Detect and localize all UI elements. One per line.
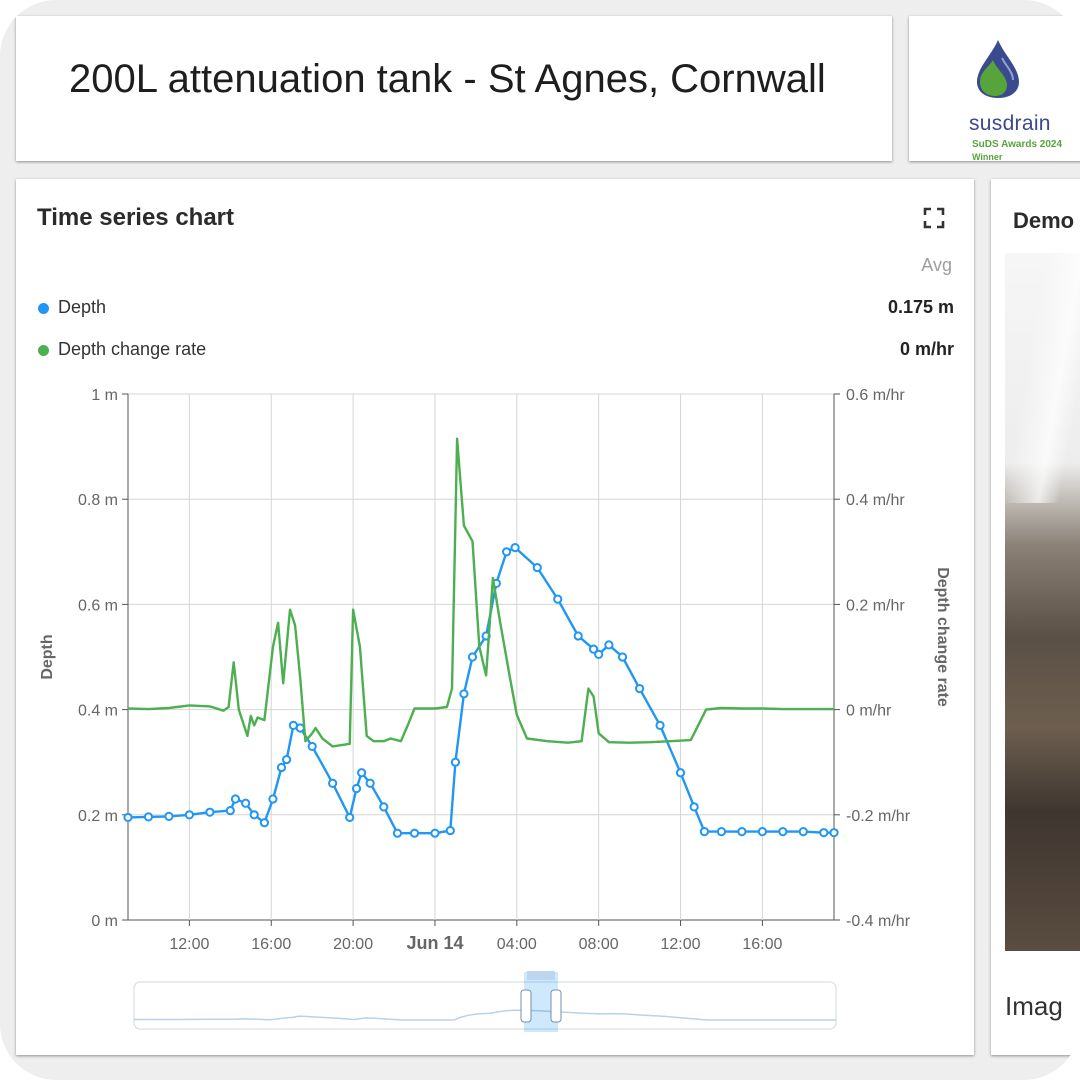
y-axis-tick-label: 0.4 m xyxy=(78,703,118,720)
y2-axis-tick-label: 0.6 m/hr xyxy=(846,387,905,404)
y2-axis-tick-label: 0.4 m/hr xyxy=(846,492,905,509)
data-point xyxy=(205,807,215,817)
logo-award-text: SuDS Awards 2024 xyxy=(972,139,1063,150)
data-point xyxy=(467,652,478,662)
y2-axis-tick-label: -0.4 m/hr xyxy=(846,913,911,930)
data-point xyxy=(819,828,829,838)
data-point xyxy=(164,811,174,821)
data-point xyxy=(307,741,317,752)
data-point xyxy=(798,827,808,837)
x-axis-tick-label: 16:00 xyxy=(742,936,782,953)
y2-axis-title: Depth change rate xyxy=(934,567,951,707)
x-axis-tick-label: Jun 14 xyxy=(406,933,463,953)
widget-title: Demo xyxy=(1013,208,1075,233)
data-point xyxy=(184,810,194,820)
data-point xyxy=(276,762,287,773)
data-point xyxy=(295,723,305,733)
data-point xyxy=(829,828,839,838)
y-axis-tick-label: 0.8 m xyxy=(78,492,118,509)
data-point xyxy=(689,802,699,812)
y2-axis-tick-label: 0.2 m/hr xyxy=(846,597,905,614)
x-axis-tick-label: 20:00 xyxy=(333,936,373,953)
logo-wordmark: susdrain xyxy=(969,112,1051,135)
data-point xyxy=(445,825,455,836)
data-point xyxy=(699,827,709,837)
x-axis-tick-label: 12:00 xyxy=(169,936,209,953)
page-frame: 200L attenuation tank - St Agnes, Cornwa… xyxy=(0,0,1080,1080)
time-series-chart[interactable]: 0 m -0.4 m/hr 0.2 m -0.2 m/hr 0.4 m 0 m/hr 0.6… xyxy=(16,179,974,1055)
y-axis-tick-label: 0.2 m xyxy=(78,808,118,825)
data-point xyxy=(757,827,767,837)
image-caption: Imag xyxy=(1005,991,1063,1021)
data-point xyxy=(357,768,367,778)
logo-winner-text: Winner xyxy=(972,152,1003,162)
data-point xyxy=(594,649,604,659)
data-point xyxy=(501,547,512,557)
data-point xyxy=(510,542,520,553)
data-point xyxy=(345,812,355,823)
data-point xyxy=(365,778,375,788)
data-point xyxy=(351,783,362,794)
data-point xyxy=(532,562,542,573)
data-point xyxy=(143,812,154,822)
data-point xyxy=(737,827,747,837)
navigator-grip xyxy=(527,971,555,980)
data-point xyxy=(655,720,665,730)
y-axis-tick-label: 0 m xyxy=(91,913,118,930)
page-title: 200L attenuation tank - St Agnes, Cornwa… xyxy=(69,57,826,101)
data-point xyxy=(241,798,251,808)
data-point xyxy=(778,827,788,837)
series-line-depth-change-rate xyxy=(127,437,834,748)
x-axis-tick-label: 12:00 xyxy=(660,936,700,953)
data-point xyxy=(459,689,469,699)
navigator-handle-left[interactable] xyxy=(520,989,532,1023)
navigator-track xyxy=(133,981,837,1030)
y-axis-title: Depth xyxy=(39,634,56,679)
y-axis-tick-label: 1 m xyxy=(91,387,118,404)
data-point xyxy=(617,652,628,662)
y2-axis-tick-label: -0.2 m/hr xyxy=(846,808,911,825)
data-point xyxy=(409,828,420,838)
data-point xyxy=(675,768,686,778)
x-axis-tick-label: 08:00 xyxy=(579,936,619,953)
data-point xyxy=(230,794,241,804)
photo-highlight xyxy=(1005,253,1080,503)
data-point xyxy=(450,757,461,767)
y-axis-tick-label: 0.6 m xyxy=(78,597,118,614)
data-point xyxy=(634,683,645,694)
x-axis-tick-label: 04:00 xyxy=(497,936,537,953)
demo-image-widget: Demo Imag xyxy=(991,179,1080,1055)
time-series-chart-widget: Time series chart Avg Depth 0.175 m Dept… xyxy=(16,179,974,1055)
x-axis-tick-label: 16:00 xyxy=(251,936,291,953)
data-point xyxy=(430,828,440,838)
data-point xyxy=(392,828,403,838)
susdrain-drop-icon xyxy=(977,40,1019,98)
navigator-handle-right[interactable] xyxy=(550,989,562,1023)
series-line-depth xyxy=(127,546,834,835)
data-point xyxy=(604,640,614,650)
data-point xyxy=(123,812,133,823)
data-point xyxy=(379,802,389,812)
data-point xyxy=(225,805,235,816)
data-point xyxy=(328,778,338,788)
data-point xyxy=(259,818,270,828)
y2-axis-tick-label: 0 m/hr xyxy=(846,703,892,720)
data-point xyxy=(716,827,727,837)
data-point xyxy=(268,794,278,804)
logo-card: susdrain SuDS Awards 2024 Winner xyxy=(909,16,1080,162)
data-point xyxy=(553,594,563,604)
data-point xyxy=(281,754,292,765)
data-point xyxy=(573,631,583,641)
data-point xyxy=(249,810,259,820)
header-card: 200L attenuation tank - St Agnes, Cornwa… xyxy=(16,16,892,161)
